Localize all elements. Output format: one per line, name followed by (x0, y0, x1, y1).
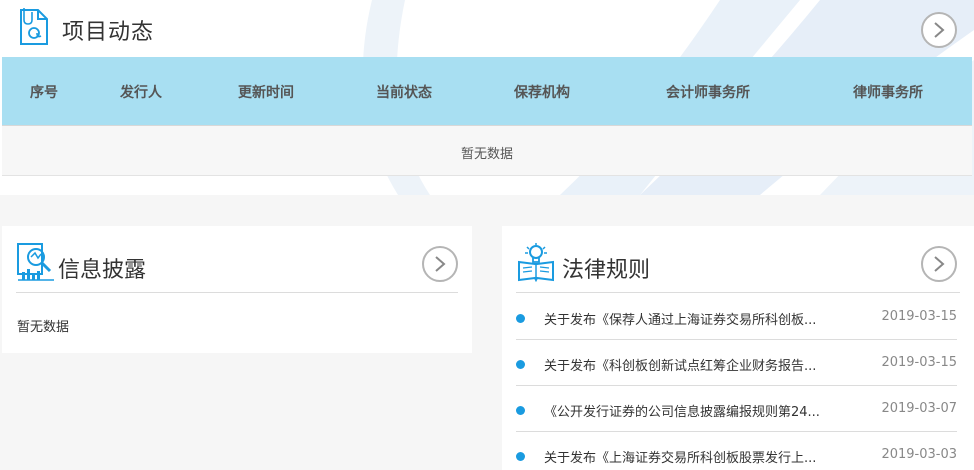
disclosure-more-button[interactable] (422, 246, 458, 282)
disclosure-empty-text: 暂无数据 (17, 320, 70, 335)
magnifier-chart-icon (17, 243, 54, 281)
rule-date: 2019-03-15 (881, 355, 957, 370)
column-header-issuer: 发行人 (120, 85, 162, 101)
bullet-icon (516, 406, 525, 415)
lightbulb-book-icon (518, 243, 554, 282)
project-table-header: 序号 发行人 更新时间 当前状态 保荐机构 会计师事务所 律师事务所 (2, 57, 972, 125)
rule-list-item[interactable]: 关于发布《保荐人通过上海证券交易所科创板... 2019-03-15 (516, 294, 957, 340)
rule-list-item[interactable]: 关于发布《上海证券交易所科创板股票发行上... 2019-03-03 (516, 432, 957, 470)
rules-more-button[interactable] (921, 246, 957, 282)
empty-data-text: 暂无数据 (460, 147, 513, 162)
rules-title: 法律规则 (562, 258, 651, 283)
document-email-icon (20, 8, 48, 45)
bullet-icon (516, 452, 525, 461)
bullet-icon (516, 314, 525, 323)
column-header-updated: 更新时间 (238, 85, 294, 101)
chevron-right-icon (934, 22, 945, 38)
disclosure-panel: 信息披露 暂无数据 (2, 226, 472, 353)
project-dynamics-header: 项目动态 (0, 0, 974, 57)
project-table-empty-row: 暂无数据 (2, 125, 972, 176)
column-header-index: 序号 (30, 85, 58, 101)
rule-list-item[interactable]: 《公开发行证券的公司信息披露编报规则第24... 2019-03-07 (516, 386, 957, 432)
rule-title-link[interactable]: 关于发布《科创板创新试点红筹企业财务报告... (544, 355, 816, 374)
rule-list-item[interactable]: 关于发布《科创板创新试点红筹企业财务报告... 2019-03-15 (516, 340, 957, 386)
divider (16, 292, 458, 293)
rule-title-link[interactable]: 《公开发行证券的公司信息披露编报规则第24... (544, 401, 820, 420)
bullet-icon (516, 360, 525, 369)
rule-date: 2019-03-15 (881, 309, 957, 324)
chevron-right-icon (934, 256, 945, 272)
column-header-sponsor: 保荐机构 (514, 85, 570, 101)
column-header-accountant: 会计师事务所 (666, 85, 750, 101)
rule-date: 2019-03-07 (881, 401, 957, 416)
chevron-right-icon (435, 256, 446, 272)
column-header-status: 当前状态 (376, 85, 432, 101)
divider (516, 292, 960, 293)
disclosure-title: 信息披露 (58, 258, 147, 283)
rule-title-link[interactable]: 关于发布《保荐人通过上海证券交易所科创板... (544, 309, 816, 328)
rules-panel: 法律规则 关于发布《保荐人通过上海证券交易所科创板... 2019-03-15 … (502, 226, 974, 470)
column-header-lawyer: 律师事务所 (853, 85, 923, 101)
project-dynamics-title: 项目动态 (62, 20, 155, 45)
project-more-button[interactable] (921, 12, 957, 48)
rule-title-link[interactable]: 关于发布《上海证券交易所科创板股票发行上... (544, 447, 816, 466)
project-dynamics-panel: 项目动态 序号 发行人 更新时间 当前状态 保荐机构 会计师事务所 律师事务所 … (0, 0, 974, 195)
rule-date: 2019-03-03 (881, 447, 957, 462)
